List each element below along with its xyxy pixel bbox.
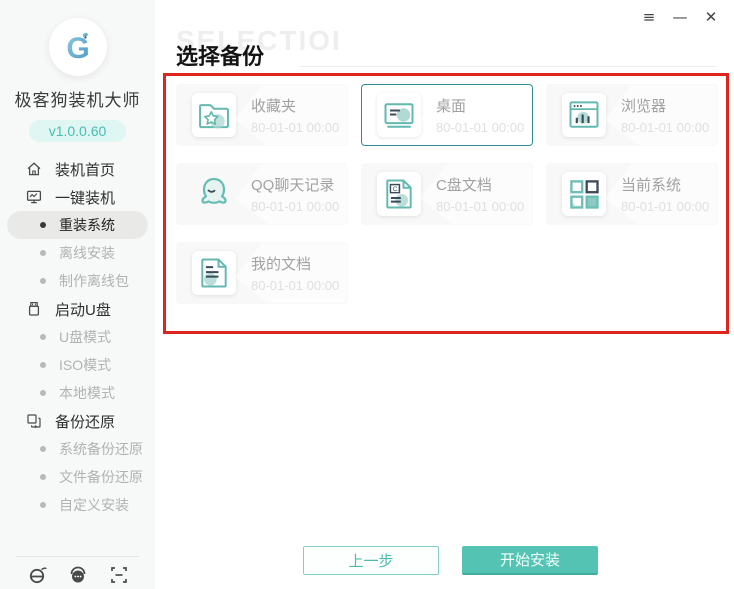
sidebar-item-label: 系统备份还原 — [59, 441, 143, 457]
sidebar-item-local-mode[interactable]: 本地模式 — [0, 379, 155, 407]
usb-icon — [26, 301, 42, 317]
card-label: 收藏夹 — [251, 98, 297, 115]
backup-card-qq-chat[interactable]: QQ聊天记录 80-01-01 00:00 — [176, 163, 348, 225]
backup-card-favorites[interactable]: 收藏夹 80-01-01 00:00 — [176, 84, 348, 146]
bullet-icon — [40, 362, 46, 368]
app-name: 极客狗装机大师 — [14, 91, 141, 110]
sidebar-item-label: 重装系统 — [59, 217, 115, 233]
page-title: 选择备份 — [176, 44, 265, 69]
start-install-button[interactable]: 开始安装 — [462, 546, 598, 575]
sidebar-item-make-offline-pack[interactable]: 制作离线包 — [0, 267, 155, 295]
card-date: 80-01-01 00:00 — [621, 120, 710, 135]
backup-card-browser[interactable]: 浏览器 80-01-01 00:00 — [546, 84, 718, 146]
svg-text:C:: C: — [393, 186, 400, 193]
previous-step-button[interactable]: 上一步 — [303, 546, 439, 575]
sidebar-item-reinstall-system[interactable]: 重装系统 — [7, 211, 148, 239]
app-logo: G — [48, 18, 107, 76]
title-divider — [300, 66, 716, 67]
geek-dog-logo-icon: G — [66, 32, 89, 65]
bullet-icon — [40, 334, 46, 340]
sidebar-item-label: 自定义安装 — [59, 497, 129, 513]
card-date: 80-01-01 00:00 — [251, 199, 340, 214]
close-icon[interactable]: ✕ — [702, 8, 720, 26]
card-label: 桌面 — [436, 98, 467, 115]
sidebar-item-label: 制作离线包 — [59, 273, 129, 289]
sidebar-item-label: ISO模式 — [59, 357, 112, 373]
sidebar-item-label: 离线安装 — [59, 245, 115, 261]
card-date: 80-01-01 00:00 — [251, 278, 340, 293]
browser-icon — [562, 93, 606, 137]
sidebar-footer-divider — [16, 556, 139, 557]
backup-card-desktop[interactable]: 桌面 80-01-01 00:00 — [361, 84, 533, 146]
card-label: 我的文档 — [251, 256, 312, 273]
window-controls: ≡ — ✕ — [640, 8, 720, 26]
sidebar-nav: 装机首页 一键装机 重装系统 离线安装 制作离线包 启动U盘 U盘模式 ISO模… — [0, 155, 155, 519]
sidebar-item-label: 文件备份还原 — [59, 469, 143, 485]
sidebar-item-backup-restore[interactable]: 备份还原 — [0, 407, 155, 435]
bullet-icon — [40, 222, 46, 228]
sidebar-item-one-key-install[interactable]: 一键装机 — [0, 183, 155, 211]
action-buttons: 上一步 开始安装 — [303, 546, 598, 575]
sidebar-item-file-backup-restore[interactable]: 文件备份还原 — [0, 463, 155, 491]
monitor-icon — [26, 189, 42, 205]
folder-star-icon — [192, 93, 236, 137]
sidebar-item-offline-install[interactable]: 离线安装 — [0, 239, 155, 267]
card-date: 80-01-01 00:00 — [621, 199, 710, 214]
card-date: 80-01-01 00:00 — [436, 199, 525, 214]
sidebar-item-system-backup-restore[interactable]: 系统备份还原 — [0, 435, 155, 463]
qq-penguin-icon — [192, 172, 236, 216]
support-headset-icon[interactable] — [67, 564, 89, 586]
backup-card-current-system[interactable]: 当前系统 80-01-01 00:00 — [546, 163, 718, 225]
sidebar-item-boot-usb[interactable]: 启动U盘 — [0, 295, 155, 323]
my-doc-icon — [192, 251, 236, 295]
c-drive-doc-icon: C: — [377, 172, 421, 216]
card-date: 80-01-01 00:00 — [436, 120, 525, 135]
bullet-icon — [40, 278, 46, 284]
card-date: 80-01-01 00:00 — [251, 120, 340, 135]
sidebar-item-label: 启动U盘 — [55, 301, 111, 319]
sidebar-item-label: 一键装机 — [55, 189, 116, 207]
bullet-icon — [40, 390, 46, 396]
sidebar-item-custom-install[interactable]: 自定义安装 — [0, 491, 155, 519]
backup-icon — [26, 413, 42, 429]
backup-card-c-drive-docs[interactable]: C: C盘文档 80-01-01 00:00 — [361, 163, 533, 225]
card-label: 浏览器 — [621, 98, 667, 115]
bullet-icon — [40, 446, 46, 452]
desktop-icon — [377, 93, 421, 137]
sidebar-item-label: 备份还原 — [55, 413, 116, 431]
version-badge: v1.0.0.60 — [28, 120, 127, 142]
minimize-icon[interactable]: — — [671, 8, 689, 26]
bullet-icon — [40, 502, 46, 508]
card-label: 当前系统 — [621, 177, 682, 194]
bullet-icon — [40, 250, 46, 256]
sidebar-item-iso-mode[interactable]: ISO模式 — [0, 351, 155, 379]
system-grid-icon — [562, 172, 606, 216]
home-icon — [26, 161, 42, 177]
sidebar: G 极客狗装机大师 v1.0.0.60 装机首页 一键装机 重装系统 离线安装 — [0, 0, 155, 589]
backup-card-my-documents[interactable]: 我的文档 80-01-01 00:00 — [176, 242, 348, 304]
sidebar-item-usb-mode[interactable]: U盘模式 — [0, 323, 155, 351]
sidebar-item-label: 装机首页 — [55, 161, 116, 179]
menu-icon[interactable]: ≡ — [640, 8, 658, 26]
sidebar-footer — [0, 562, 155, 588]
backup-card-grid: 收藏夹 80-01-01 00:00 桌面 80-01-01 00:00 浏览器… — [176, 84, 719, 304]
bullet-icon — [40, 474, 46, 480]
card-label: C盘文档 — [436, 177, 492, 194]
card-label: QQ聊天记录 — [251, 177, 335, 194]
sidebar-item-label: U盘模式 — [59, 329, 112, 345]
scan-icon[interactable] — [108, 564, 130, 586]
sidebar-item-home[interactable]: 装机首页 — [0, 155, 155, 183]
sidebar-item-label: 本地模式 — [59, 385, 115, 401]
ie-browser-icon[interactable] — [26, 564, 48, 586]
